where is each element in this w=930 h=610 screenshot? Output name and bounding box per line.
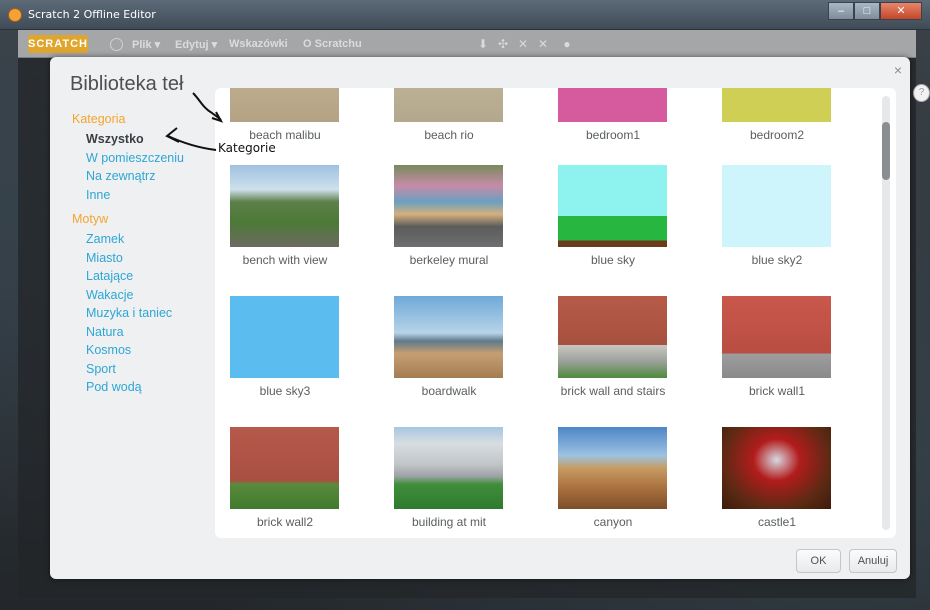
arrow-label-to-categories — [167, 135, 217, 151]
annotation-label: Kategorie — [218, 141, 276, 155]
annotation-arrows — [165, 92, 224, 151]
arrow-title-to-grid — [192, 92, 222, 121]
